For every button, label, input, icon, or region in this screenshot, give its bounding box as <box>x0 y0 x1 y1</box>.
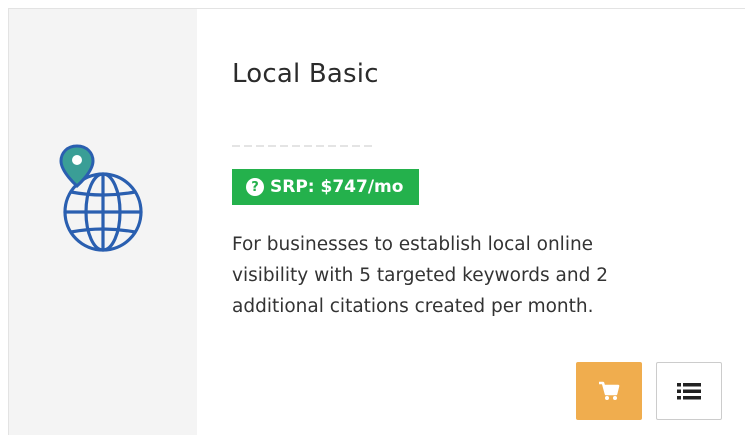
plan-title: Local Basic <box>232 59 379 89</box>
product-content: Local Basic ? SRP: $747/mo For businesse… <box>197 9 745 435</box>
product-card: Local Basic ? SRP: $747/mo For businesse… <box>8 8 745 435</box>
view-details-button[interactable] <box>656 362 722 420</box>
srp-badge: ? SRP: $747/mo <box>232 169 420 205</box>
srp-label: SRP: $747/mo <box>270 177 404 197</box>
list-icon <box>677 383 701 400</box>
add-to-cart-button[interactable] <box>576 362 642 420</box>
plan-description: For businesses to establish local online… <box>232 234 608 317</box>
globe-with-map-pin-icon <box>59 144 143 252</box>
product-icon-panel <box>9 9 197 435</box>
question-circle-icon[interactable]: ? <box>246 178 264 196</box>
divider <box>232 145 372 147</box>
shopping-cart-icon <box>599 381 620 400</box>
